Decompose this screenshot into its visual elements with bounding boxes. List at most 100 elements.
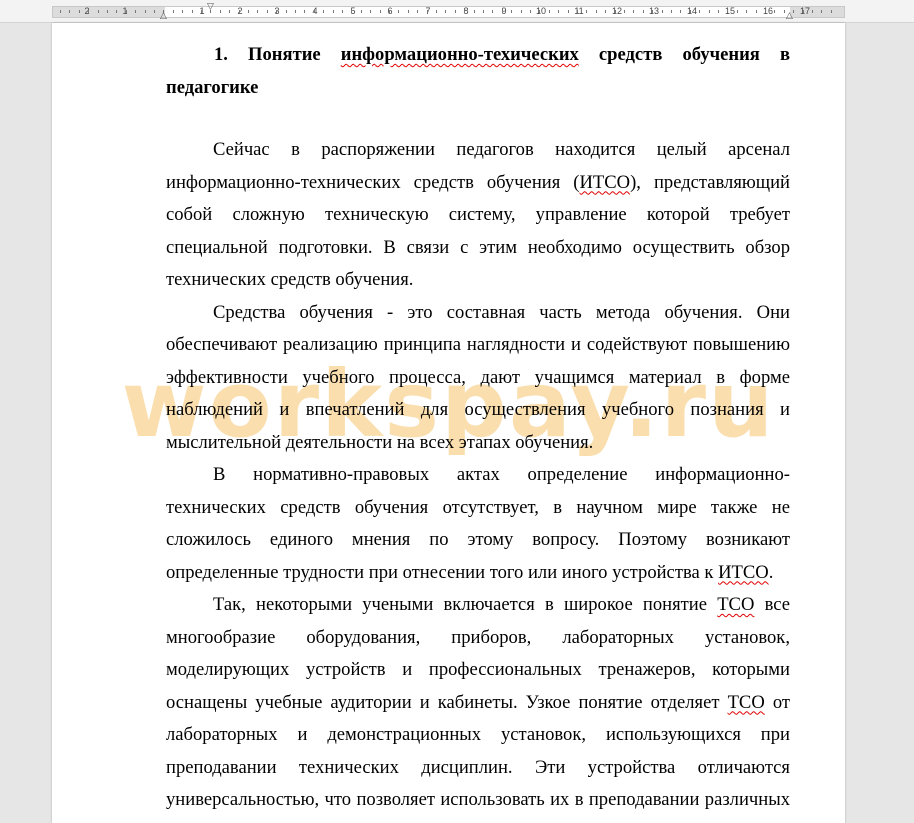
ruler-tick [398,10,399,13]
ruler-tick [784,10,785,13]
ruler-tick [803,10,804,13]
ruler-tick [145,10,146,13]
ruler-tick [699,10,700,13]
ruler-tick [521,10,522,13]
ruler-tick [680,10,681,13]
ruler-number: 13 [649,5,659,17]
ruler-tick [173,10,174,13]
ruler-tick [483,10,484,13]
paragraph-text: . [769,562,774,583]
ruler-tick [568,10,569,13]
section-heading: 1. Понятие информационно-техических сред… [166,39,790,104]
ruler-tick [135,10,136,13]
ruler-tick [605,10,606,13]
ruler-number: 10 [536,5,546,17]
first-line-indent-marker-icon[interactable]: ▽ [207,3,214,12]
ruler-tick [558,10,559,13]
misspelled-word: ИТСО [718,562,769,583]
ruler-tick [229,10,230,13]
heading-prefix: 1. Понятие [214,44,341,65]
ruler-tick [690,10,691,13]
paragraph: Сейчас в распоряжении педагогов находитс… [166,134,790,297]
ruler-tick [727,10,728,13]
document-page[interactable]: workspay.ru 1. Понятие информационно-тех… [52,23,845,823]
ruler-tick [455,10,456,13]
ruler-tick [126,10,127,13]
ruler-tick [615,10,616,13]
ruler-tick [737,10,738,13]
ruler-tick [427,10,428,13]
ruler-tick [586,10,587,13]
ruler-tick [276,10,277,13]
ruler-tick [248,10,249,13]
paragraph: Так, некоторыми учеными включается в шир… [166,589,790,823]
ruler-tick [182,10,183,13]
ruler-tick [765,10,766,13]
ruler-tick [812,10,813,13]
ruler-tick [643,10,644,13]
ruler-tick [370,10,371,13]
misspelled-word: ТСО [717,594,754,615]
ruler-tick [464,10,465,13]
paragraph: Средства обучения - это составная часть … [166,297,790,460]
misspelled-word: ТСО [728,692,765,713]
paragraph: В нормативно-правовых актах определение … [166,459,790,589]
ruler-tick [530,10,531,13]
ruler-tick [821,10,822,13]
ruler-tick [79,10,80,13]
ruler-tick [314,10,315,13]
ruler-tick [201,10,202,13]
ruler-tick [774,10,775,13]
ruler-tick [662,10,663,13]
ruler-tick [389,10,390,13]
ruler-tick [831,10,832,13]
horizontal-ruler[interactable]: 211234567891011121314151617 △ ▽ △ [0,0,914,23]
ruler-tick [380,10,381,13]
ruler-tick [502,10,503,13]
ruler-tick [709,10,710,13]
ruler-tick [192,10,193,13]
ruler-tick [116,10,117,13]
ruler-tick [351,10,352,13]
paragraph-text: Так, некоторыми учеными включается в шир… [213,594,717,615]
ruler-tick [492,10,493,13]
ruler-right-margin [790,7,844,17]
ruler-tick [746,10,747,13]
ruler-tick [88,10,89,13]
misspelled-word: ИТСО [579,172,630,193]
ruler-tick [361,10,362,13]
ruler-tick [417,10,418,13]
ruler-tick [220,10,221,13]
ruler-tick [342,10,343,13]
ruler-number: 11 [574,5,583,17]
ruler-tick [539,10,540,13]
ruler-tick [60,10,61,13]
ruler-tick [69,10,70,13]
right-indent-marker-icon[interactable]: △ [786,12,793,21]
paragraph-text: В нормативно-правовых актах определение … [166,464,790,583]
ruler-tick [577,10,578,13]
ruler-tick [295,10,296,13]
ruler-tick [436,10,437,13]
ruler-tick [445,10,446,13]
left-indent-marker-icon[interactable]: △ [160,12,167,21]
ruler-tick [671,10,672,13]
ruler-tick [304,10,305,13]
paragraph-text: Средства обучения - это составная часть … [166,302,790,453]
document-body[interactable]: 1. Понятие информационно-техических сред… [166,39,790,823]
ruler-tick [624,10,625,13]
ruler-tick [756,10,757,13]
ruler-number: 12 [612,5,622,17]
heading-misspelled-word: информационно-техических [341,44,579,65]
ruler-number: 17 [800,5,810,17]
ruler-tick [793,10,794,13]
ruler-tick [633,10,634,13]
ruler-tick [474,10,475,13]
ruler-tick [286,10,287,13]
ruler-tick [549,10,550,13]
ruler-tick [257,10,258,13]
ruler-tick [98,10,99,13]
ruler-tick [596,10,597,13]
ruler-tick [333,10,334,13]
ruler-tick [408,10,409,13]
